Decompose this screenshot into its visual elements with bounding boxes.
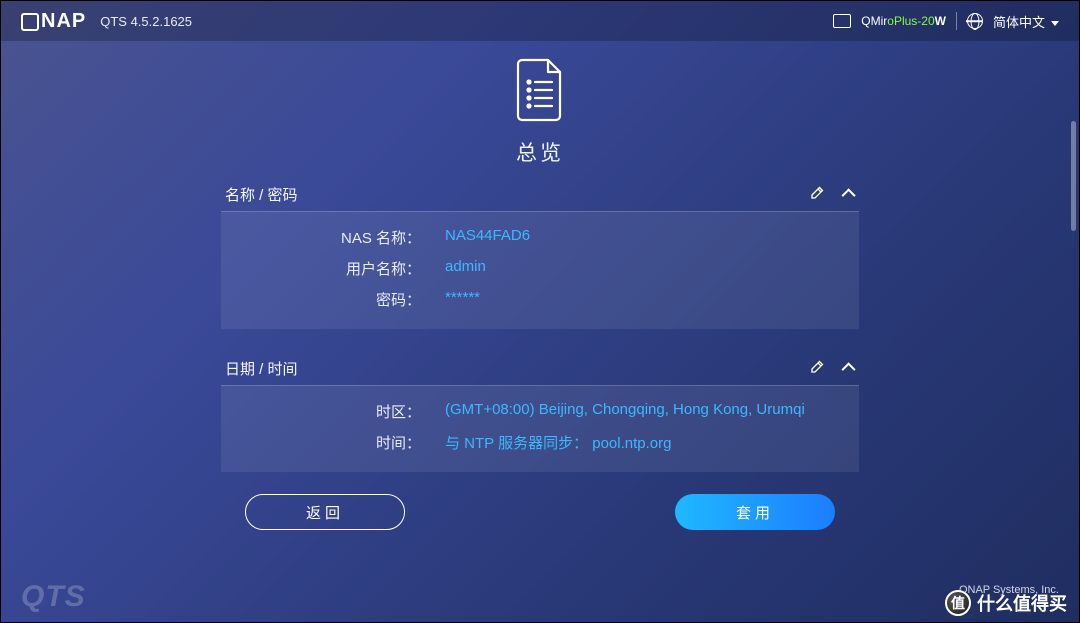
- section-body-name-pw: NAS 名称： NAS44FAD6 用户名称： admin 密码： ******: [221, 212, 859, 329]
- label-password: 密码：: [221, 289, 421, 310]
- value-timezone: (GMT+08:00) Beijing, Chongqing, Hong Kon…: [421, 401, 805, 422]
- label-nas-name: NAS 名称：: [221, 227, 421, 248]
- logo-text: NAP: [41, 10, 86, 33]
- overview-icon: [512, 56, 568, 129]
- qnap-logo: NAP: [21, 10, 86, 33]
- collapse-icon[interactable]: [842, 362, 856, 376]
- footer-logo: QTS: [21, 580, 86, 614]
- globe-icon: [967, 13, 983, 29]
- button-row: 返回 套用: [221, 494, 859, 530]
- device-name[interactable]: QMiroPlus-20W: [861, 14, 946, 28]
- row-timezone: 时区： (GMT+08:00) Beijing, Chongqing, Hong…: [221, 396, 859, 427]
- section-title: 名称 / 密码: [225, 184, 298, 205]
- separator: [956, 12, 957, 30]
- watermark-badge: 值: [945, 590, 971, 616]
- section-body-datetime: 时区： (GMT+08:00) Beijing, Chongqing, Hong…: [221, 386, 859, 472]
- value-password: ******: [421, 289, 480, 310]
- scrollbar-thumb[interactable]: [1071, 121, 1076, 231]
- label-username: 用户名称：: [221, 258, 421, 279]
- section-header-datetime: 日期 / 时间: [221, 351, 859, 386]
- row-password: 密码： ******: [221, 284, 859, 315]
- main-content: 总览 名称 / 密码 NAS 名称： NAS44FAD6 用户名称： admin…: [1, 41, 1079, 530]
- value-time: 与 NTP 服务器同步： pool.ntp.org: [421, 432, 671, 453]
- device-icon: [833, 14, 851, 28]
- back-button[interactable]: 返回: [245, 494, 405, 530]
- section-title: 日期 / 时间: [225, 358, 298, 379]
- row-time: 时间： 与 NTP 服务器同步： pool.ntp.org: [221, 427, 859, 458]
- label-time: 时间：: [221, 432, 421, 453]
- version-label: QTS 4.5.2.1625: [100, 14, 192, 29]
- edit-icon[interactable]: [809, 183, 827, 205]
- row-username: 用户名称： admin: [221, 253, 859, 284]
- header-bar: NAP QTS 4.5.2.1625 QMiroPlus-20W 简体中文: [1, 1, 1079, 41]
- page-title: 总览: [516, 137, 564, 167]
- apply-button[interactable]: 套用: [675, 494, 835, 530]
- watermark: 值 什么值得买: [945, 590, 1067, 616]
- value-nas-name: NAS44FAD6: [421, 227, 530, 248]
- edit-icon[interactable]: [809, 357, 827, 379]
- row-nas-name: NAS 名称： NAS44FAD6: [221, 222, 859, 253]
- collapse-icon[interactable]: [842, 188, 856, 202]
- chevron-down-icon: [1051, 21, 1059, 26]
- section-header-name-pw: 名称 / 密码: [221, 177, 859, 212]
- label-timezone: 时区：: [221, 401, 421, 422]
- language-selector[interactable]: 简体中文: [993, 12, 1059, 31]
- value-username: admin: [421, 258, 486, 279]
